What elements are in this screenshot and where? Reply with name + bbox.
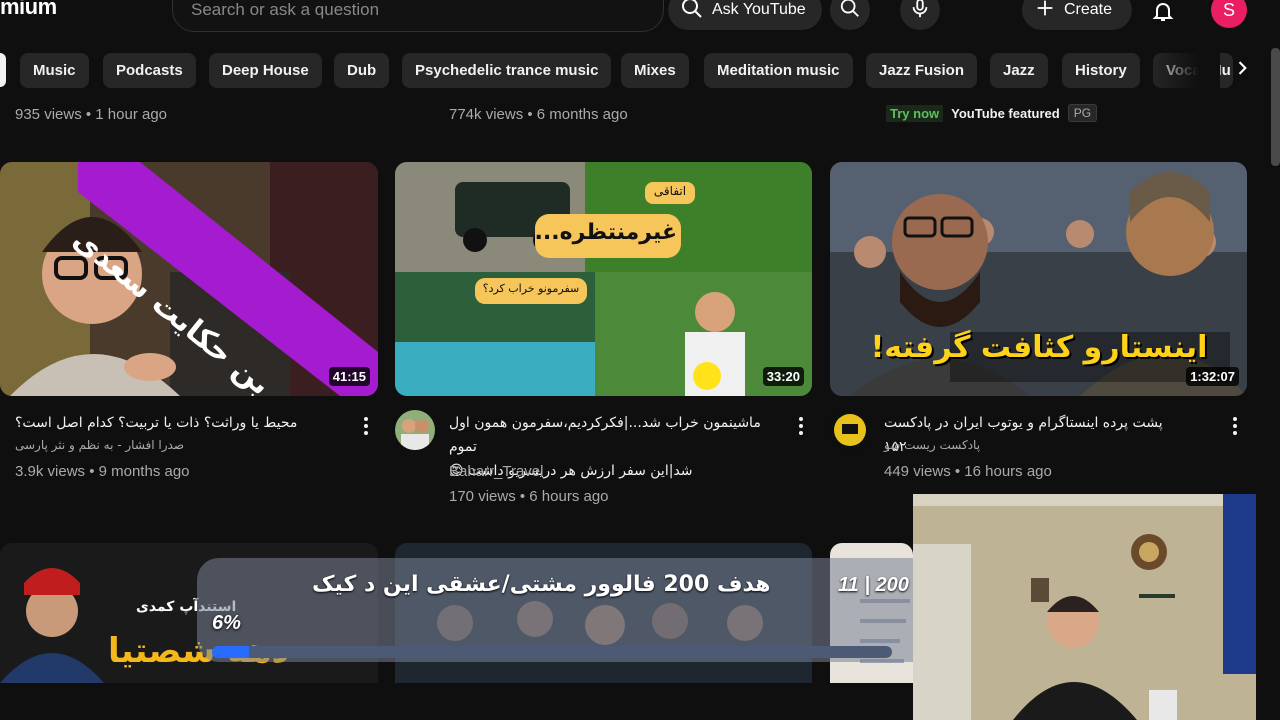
chevron-right-icon: [1232, 58, 1252, 83]
chip-podcasts[interactable]: Podcasts: [103, 53, 196, 88]
channel-name[interactable]: صدرا افشار - به نظم و نثر پارسی: [15, 438, 184, 452]
try-now-badge[interactable]: Try now: [886, 104, 944, 122]
webcam-overlay: [913, 494, 1256, 720]
plus-icon: [1034, 0, 1056, 24]
youtube-premium-logo[interactable]: mium: [0, 0, 57, 20]
video-meta: 170 views • 6 hours ago: [449, 488, 609, 505]
video-duration: 33:20: [762, 367, 804, 386]
video-meta: 449 views • 16 hours ago: [884, 463, 1052, 480]
stream-goal-progress-fill: [212, 646, 250, 658]
thumbnail-image: [395, 162, 812, 396]
stream-goal-percent: 6%: [212, 612, 241, 634]
youtube-featured-label: YouTube featured: [951, 105, 1060, 121]
chip-psychedelic-trance[interactable]: Psychedelic trance music: [402, 53, 612, 88]
video-menu-button[interactable]: [1225, 412, 1245, 440]
chip-deep-house[interactable]: Deep House: [209, 53, 322, 88]
thumbnail-caption: سفرمونو خراب کرد؟: [482, 282, 580, 295]
search-button[interactable]: [830, 0, 870, 30]
video-duration: 41:15: [328, 367, 370, 386]
video-meta: 935 views • 1 hour ago: [15, 106, 168, 123]
chips-fade: [1150, 53, 1220, 88]
chip-jazz-fusion[interactable]: Jazz Fusion: [866, 53, 978, 88]
microphone-icon: [909, 0, 931, 24]
chip-mixes[interactable]: Mixes: [621, 53, 689, 88]
channel-name[interactable]: پادکست ریست شو: [884, 438, 980, 452]
stream-goal-progress: [212, 646, 892, 658]
sparkle-search-icon: [680, 0, 704, 25]
thumbnail-caption: غیرمنتظره...: [534, 220, 677, 245]
video-duration: 1:32:07: [1186, 367, 1239, 386]
search-icon: [839, 0, 861, 24]
channel-avatar[interactable]: [830, 410, 870, 450]
chip-music[interactable]: Music: [20, 53, 89, 88]
thumbnail-caption: اینستارو کثافت گرفته!: [870, 330, 1208, 365]
chip-all[interactable]: [0, 53, 6, 87]
webcam-image: [913, 494, 1256, 720]
video-menu-button[interactable]: [791, 412, 811, 440]
category-chips: Music Podcasts Deep House Dub Psychedeli…: [0, 53, 1270, 89]
channel-avatar[interactable]: [395, 410, 435, 450]
search-box[interactable]: [172, 0, 664, 32]
chips-next-button[interactable]: [1222, 53, 1262, 88]
thumbnail-caption: اتفاقی: [653, 184, 687, 198]
create-button[interactable]: Create: [1022, 0, 1132, 30]
stream-goal-title: هدف 200 فالوور مشتی/عشقی این د کیک: [312, 572, 771, 597]
video-title-line: ماشینمون خراب شد...|فکرکردیم،سفرمون همون…: [449, 415, 761, 455]
ask-youtube-label: Ask YouTube: [712, 1, 806, 18]
video-menu-button[interactable]: [356, 412, 376, 440]
video-title[interactable]: محیط یا وراثت؟ ذات یا تربیت؟ کدام اصل اس…: [15, 411, 350, 435]
stream-goal-count: 11 | 200: [838, 574, 909, 596]
search-input[interactable]: [191, 0, 631, 21]
page-scrollbar[interactable]: [1271, 48, 1280, 166]
create-label: Create: [1064, 1, 1113, 18]
video-meta: 3.9k views • 9 months ago: [15, 463, 190, 480]
voice-search-button[interactable]: [900, 0, 940, 30]
featured-row: Try now YouTube featured PG: [886, 104, 1098, 122]
ask-youtube-button[interactable]: Ask YouTube: [668, 0, 822, 30]
rating-badge: PG: [1067, 104, 1098, 122]
account-avatar[interactable]: S: [1211, 0, 1247, 28]
chip-history[interactable]: History: [1062, 53, 1140, 88]
top-bar: mium Ask YouTube Create S: [0, 0, 1280, 36]
video-thumbnail[interactable]: غیرمنتظره... اتفاقی سفرمونو خراب کرد؟ 33…: [395, 162, 812, 396]
chip-meditation-music[interactable]: Meditation music: [704, 53, 853, 88]
video-thumbnail[interactable]: زیباترین حکایت سعدی 41:15: [0, 162, 378, 396]
bottom-strip: [0, 683, 913, 720]
video-meta: 774k views • 6 months ago: [449, 106, 628, 123]
notifications-button[interactable]: [1146, 0, 1180, 30]
video-thumbnail[interactable]: اینستارو کثافت گرفته! 1:32:07: [830, 162, 1247, 396]
channel-name[interactable]: Baharr_Travel: [449, 463, 543, 480]
chip-jazz[interactable]: Jazz: [990, 53, 1048, 88]
bell-icon: [1151, 0, 1175, 28]
thumbnail-image: [0, 162, 378, 396]
chip-dub[interactable]: Dub: [334, 53, 390, 88]
